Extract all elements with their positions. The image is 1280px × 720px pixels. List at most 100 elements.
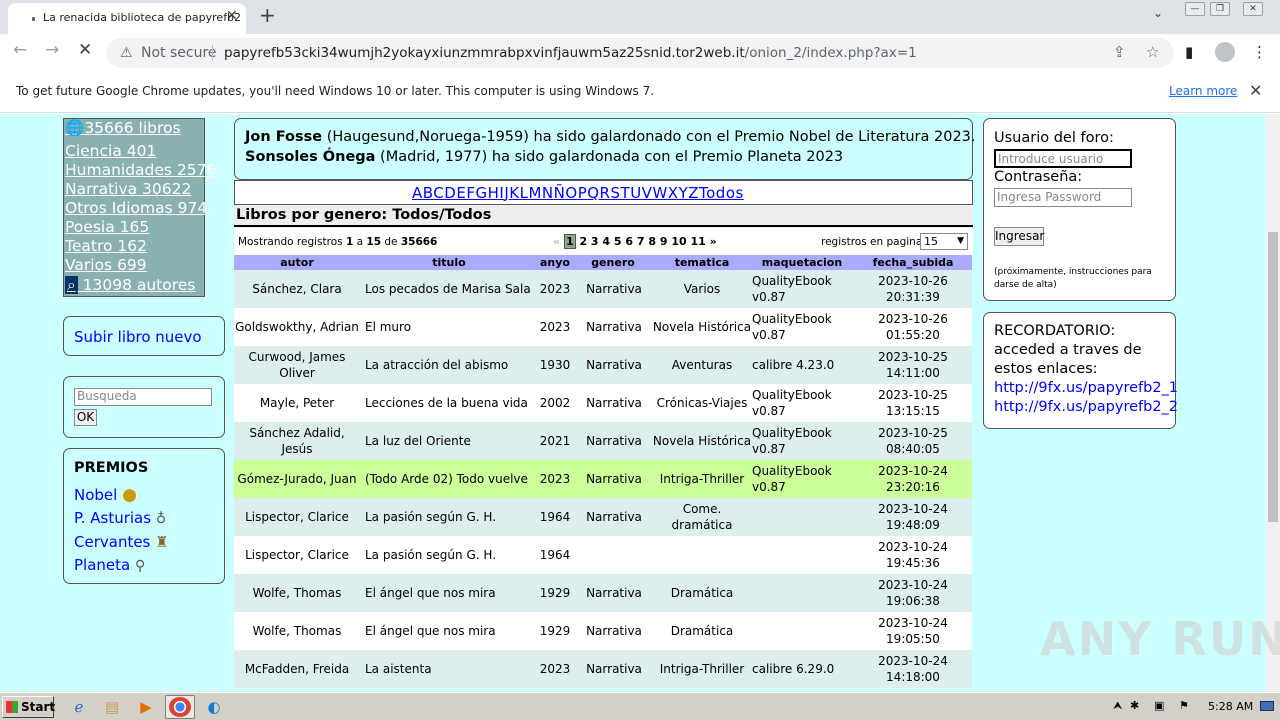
- bookmark-star-icon[interactable]: ☆: [1146, 43, 1159, 61]
- table-row[interactable]: Gómez-Jurado, Juan (Todo Arde 02) Todo vu…: [234, 460, 972, 498]
- table-row[interactable]: Curwood, James Oliver La atracción del ab…: [234, 346, 972, 384]
- warning-icon[interactable]: ⚠: [120, 45, 133, 61]
- premio-planeta-link[interactable]: Planeta ⚲: [74, 556, 145, 574]
- letter-link[interactable]: T: [621, 184, 631, 202]
- col-fecha-subida[interactable]: fecha_subida: [858, 256, 968, 269]
- cell-titulo[interactable]: El ángel que nos mira: [362, 612, 540, 650]
- table-row[interactable]: McFadden, Freida La aistenta 2023 Narrativa…: [234, 650, 972, 688]
- letter-link[interactable]: R: [600, 184, 611, 202]
- letter-link[interactable]: W: [652, 184, 667, 202]
- mirror-link-1[interactable]: http://9fx.us/papyrefb2_1: [994, 380, 1178, 396]
- network-icon[interactable]: ✱: [1130, 699, 1139, 712]
- cell-titulo[interactable]: (Todo Arde 02) Todo vuelve: [362, 460, 540, 498]
- edge-icon[interactable]: ◐: [203, 697, 225, 717]
- mirror-link-2[interactable]: http://9fx.us/papyrefb2_2: [994, 399, 1178, 415]
- letter-link[interactable]: U: [630, 184, 641, 202]
- category-humanidades[interactable]: Humanidades 2576: [65, 161, 216, 179]
- table-row[interactable]: Wolfe, Thomas El ángel que nos mira 1929 Na…: [234, 574, 972, 612]
- premio-asturias-link[interactable]: P. Asturias ♁: [74, 509, 166, 527]
- tray-expand-icon[interactable]: ⮝: [1113, 699, 1122, 713]
- password-input[interactable]: Ingresa Password: [994, 188, 1132, 207]
- scrollbar-thumb[interactable]: [1268, 232, 1278, 522]
- letter-link[interactable]: V: [642, 184, 653, 202]
- cell-titulo[interactable]: La aistenta: [362, 650, 540, 688]
- letter-link[interactable]: P: [578, 184, 588, 202]
- letter-link[interactable]: Z: [688, 184, 699, 202]
- letter-link[interactable]: M: [528, 184, 541, 202]
- show-desktop-icon[interactable]: [1260, 701, 1274, 711]
- menu-kebab-icon[interactable]: ⋮: [1252, 43, 1267, 61]
- pager-next[interactable]: »: [710, 235, 717, 248]
- search-button[interactable]: OK: [74, 409, 97, 426]
- per-page-select[interactable]: 15 ▼: [920, 233, 968, 250]
- share-icon[interactable]: ⇪: [1113, 43, 1126, 61]
- category-narrativa[interactable]: Narrativa 30622: [65, 180, 191, 198]
- browser-tab[interactable]: La renacida biblioteca de papyrefb2 ✕: [8, 3, 246, 34]
- col-titulo[interactable]: titulo: [360, 256, 538, 269]
- tab-search-icon[interactable]: ⌄: [1153, 6, 1163, 20]
- letter-link[interactable]: Ñ: [554, 184, 566, 202]
- login-button[interactable]: Ingresar: [994, 227, 1044, 246]
- profile-avatar-icon[interactable]: [1215, 42, 1235, 62]
- pager-page-links[interactable]: 2 3 4 5 6 7 8 9 10 11: [579, 235, 705, 248]
- clock[interactable]: 5:28 AM: [1208, 700, 1253, 713]
- cell-titulo[interactable]: Los pecados de Marisa Sala: [362, 270, 540, 308]
- infobar-close-icon[interactable]: ✕: [1249, 81, 1262, 100]
- cell-titulo[interactable]: La pasión según G. H.: [362, 536, 540, 574]
- url-text[interactable]: papyrefb53cki34wumjh2yokayxiunzmmrabpxvi…: [224, 45, 917, 61]
- table-row[interactable]: Lispector, Clarice La pasión según G. H. 1…: [234, 536, 972, 574]
- letter-link[interactable]: B: [423, 184, 434, 202]
- minimize-icon[interactable]: —: [1185, 2, 1205, 16]
- category-ciencia[interactable]: Ciencia 401: [65, 142, 156, 160]
- category-otros-idiomas[interactable]: Otros Idiomas 974: [65, 199, 207, 217]
- restore-icon[interactable]: ❐: [1210, 2, 1230, 16]
- pager-prev[interactable]: «: [553, 235, 560, 248]
- cell-titulo[interactable]: Lecciones de la buena vida: [362, 384, 540, 422]
- letter-link[interactable]: H: [488, 184, 500, 202]
- letter-link[interactable]: C: [433, 184, 444, 202]
- explorer-folder-icon[interactable]: ▤: [101, 697, 123, 717]
- letter-link[interactable]: O: [565, 184, 577, 202]
- books-total-link[interactable]: 🌐35666 libros: [65, 119, 181, 137]
- table-row[interactable]: Goldswokthy, Adrian El muro 2023 Narrativa N…: [234, 308, 972, 346]
- back-icon[interactable]: ←: [13, 40, 27, 60]
- category-poesia[interactable]: Poesia 165: [65, 218, 149, 236]
- learn-more-link[interactable]: Learn more: [1169, 84, 1237, 98]
- security-label[interactable]: Not secure: [141, 45, 217, 61]
- col-genero[interactable]: genero: [578, 256, 648, 269]
- letter-link[interactable]: E: [456, 184, 466, 202]
- col-autor[interactable]: autor: [234, 256, 360, 269]
- display-icon[interactable]: ▣: [1154, 699, 1164, 712]
- start-button[interactable]: Start: [2, 696, 55, 718]
- category-varios[interactable]: Varios 699: [65, 256, 147, 274]
- search-input[interactable]: Busqueda: [74, 388, 212, 406]
- col-tematica[interactable]: tematica: [652, 256, 752, 269]
- premio-cervantes-link[interactable]: Cervantes ♜: [74, 533, 169, 551]
- table-row[interactable]: Mayle, Peter Lecciones de la buena vida 20…: [234, 384, 972, 422]
- cell-titulo[interactable]: El muro: [362, 308, 540, 346]
- cell-titulo[interactable]: La atracción del abismo: [362, 346, 540, 384]
- side-panel-icon[interactable]: ▮: [1185, 43, 1193, 61]
- letter-link[interactable]: S: [610, 184, 620, 202]
- new-tab-button[interactable]: +: [259, 3, 276, 27]
- letter-link[interactable]: K: [509, 184, 519, 202]
- cell-titulo[interactable]: La luz del Oriente: [362, 422, 540, 460]
- col-maquetacion[interactable]: maquetacion: [752, 256, 852, 269]
- cell-titulo[interactable]: El ángel que nos mira: [362, 574, 540, 612]
- letter-link-todos[interactable]: Todos: [699, 184, 744, 202]
- letter-link[interactable]: X: [668, 184, 679, 202]
- cell-titulo[interactable]: La pasión según G. H.: [362, 498, 540, 536]
- forward-icon[interactable]: →: [45, 40, 59, 60]
- table-row[interactable]: Lispector, Clarice La pasión según G. H. 1…: [234, 498, 972, 536]
- username-input[interactable]: Introduce usuario: [994, 149, 1132, 168]
- close-tab-icon[interactable]: ✕: [226, 8, 238, 24]
- close-window-icon[interactable]: ✕: [1243, 2, 1263, 16]
- media-player-icon[interactable]: ▶: [135, 697, 157, 717]
- action-center-flag-icon[interactable]: ⚑: [1179, 699, 1189, 712]
- letter-link[interactable]: Q: [587, 184, 599, 202]
- authors-link[interactable]: ⌕ 13098 autores: [65, 276, 195, 295]
- letter-link[interactable]: Y: [679, 184, 689, 202]
- stop-loading-icon[interactable]: ✕: [78, 40, 92, 60]
- letter-link[interactable]: A: [412, 184, 423, 202]
- letter-link[interactable]: N: [542, 184, 554, 202]
